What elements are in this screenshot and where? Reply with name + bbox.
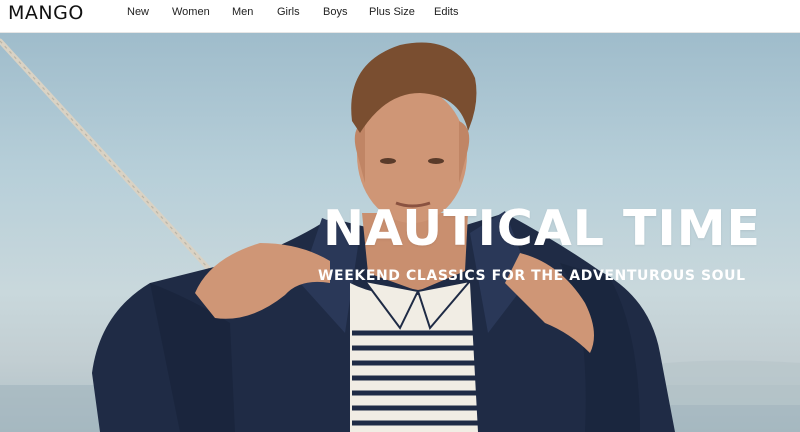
nav-item-new[interactable]: New [127, 6, 149, 19]
top-navigation-bar: MANGO New Women Men Girls Boys Plus Size… [0, 0, 800, 33]
nav-item-edits[interactable]: Edits [434, 6, 458, 19]
nav-item-women[interactable]: Women [172, 6, 210, 19]
hero-subtitle: WEEKEND CLASSICS FOR THE ADVENTUROUS SOU… [318, 268, 746, 284]
nav-item-plus-size[interactable]: Plus Size [369, 6, 415, 19]
hero-title[interactable]: NAUTICAL TIME [323, 201, 763, 257]
hero-banner[interactable]: NAUTICAL TIME WEEKEND CLASSICS FOR THE A… [0, 33, 800, 432]
nav-item-men[interactable]: Men [232, 6, 253, 19]
polo-stripes [352, 330, 478, 426]
nav-item-girls[interactable]: Girls [277, 6, 300, 19]
mango-logo[interactable]: MANGO [8, 2, 84, 24]
nav-item-boys[interactable]: Boys [323, 6, 347, 19]
